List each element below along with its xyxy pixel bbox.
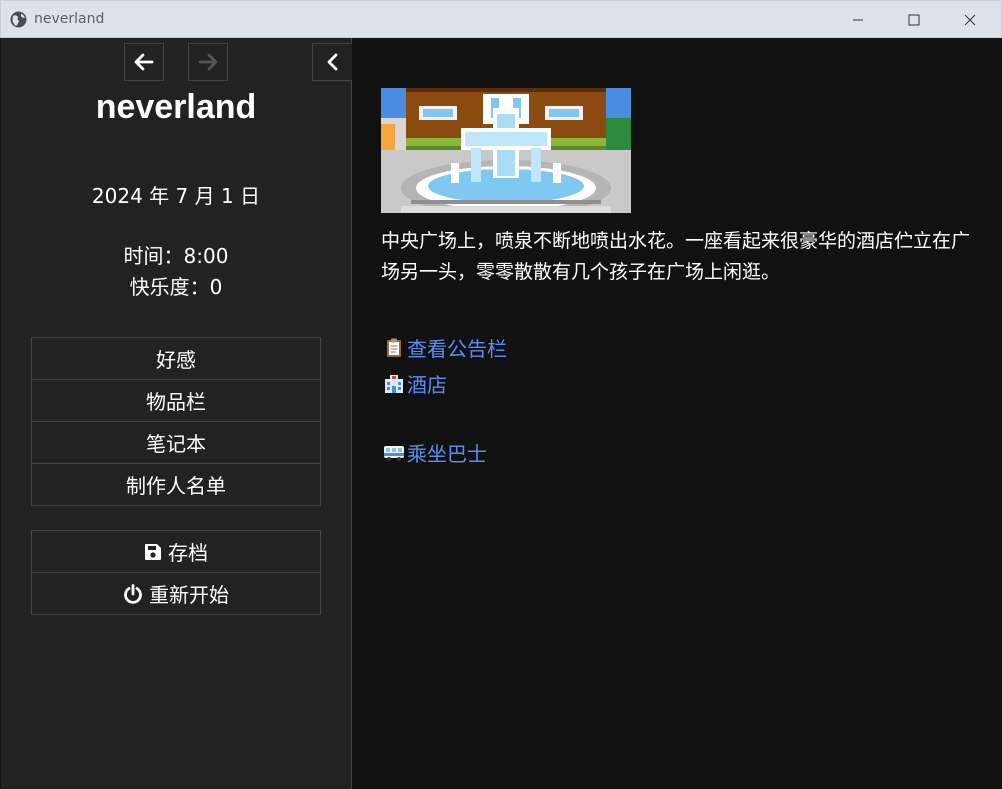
close-button[interactable] xyxy=(947,1,993,39)
minimize-icon xyxy=(853,19,863,21)
scene-image xyxy=(381,88,631,213)
link-notice-board[interactable]: 查看公告栏 xyxy=(383,333,507,362)
maximize-icon xyxy=(908,14,920,26)
history-back-button[interactable] xyxy=(124,43,164,81)
window-title: neverland xyxy=(34,11,105,27)
link-hotel-label: 酒店 xyxy=(407,373,447,397)
save-icon xyxy=(144,543,162,561)
sidebar-menu: 好感 物品栏 笔记本 制作人名单 xyxy=(31,337,321,506)
restart-button[interactable]: 重新开始 xyxy=(31,572,321,615)
window-titlebar: neverland xyxy=(0,0,1002,38)
maximize-button[interactable] xyxy=(891,1,937,39)
hotel-icon xyxy=(383,373,405,395)
arrow-right-icon xyxy=(198,53,218,71)
power-icon xyxy=(123,583,143,604)
time-display: 时间：8:00 xyxy=(123,244,229,268)
arrow-left-icon xyxy=(134,53,154,71)
date-display: 2024 年 7 月 1 日 xyxy=(91,184,261,208)
sidebar-actions: 存档 重新开始 xyxy=(31,530,321,615)
link-bus[interactable]: 乘坐巴士 xyxy=(383,438,487,467)
restart-label: 重新开始 xyxy=(149,583,229,607)
passage-text: 中央广场上，喷泉不断地喷出水花。一座看起来很豪华的酒店伫立在广场另一头，零零散散… xyxy=(381,230,971,283)
passage-area: 中央广场上，喷泉不断地喷出水花。一座看起来很豪华的酒店伫立在广场另一头，零零散散… xyxy=(352,38,1002,789)
history-forward-button[interactable] xyxy=(188,43,228,81)
happiness-display: 快乐度：0 xyxy=(129,275,223,299)
menu-item-affection[interactable]: 好感 xyxy=(31,337,321,380)
sidebar: neverland 2024 年 7 月 1 日 时间：8:00 快乐度：0 好… xyxy=(1,38,352,789)
link-hotel[interactable]: 酒店 xyxy=(383,369,447,398)
globe-icon xyxy=(10,11,27,28)
sidebar-toggle-button[interactable] xyxy=(312,43,352,81)
menu-item-notebook[interactable]: 笔记本 xyxy=(31,421,321,464)
bus-icon xyxy=(383,442,405,464)
save-button[interactable]: 存档 xyxy=(31,530,321,573)
close-icon xyxy=(964,14,976,26)
clipboard-icon xyxy=(383,337,405,359)
link-bus-label: 乘坐巴士 xyxy=(407,442,487,466)
minimize-button[interactable] xyxy=(835,1,881,39)
story-title: neverland xyxy=(95,88,257,126)
menu-item-inventory[interactable]: 物品栏 xyxy=(31,379,321,422)
menu-item-credits[interactable]: 制作人名单 xyxy=(31,463,321,506)
link-notice-board-label: 查看公告栏 xyxy=(407,337,507,361)
chevron-left-icon xyxy=(327,53,337,71)
save-label: 存档 xyxy=(168,541,208,565)
